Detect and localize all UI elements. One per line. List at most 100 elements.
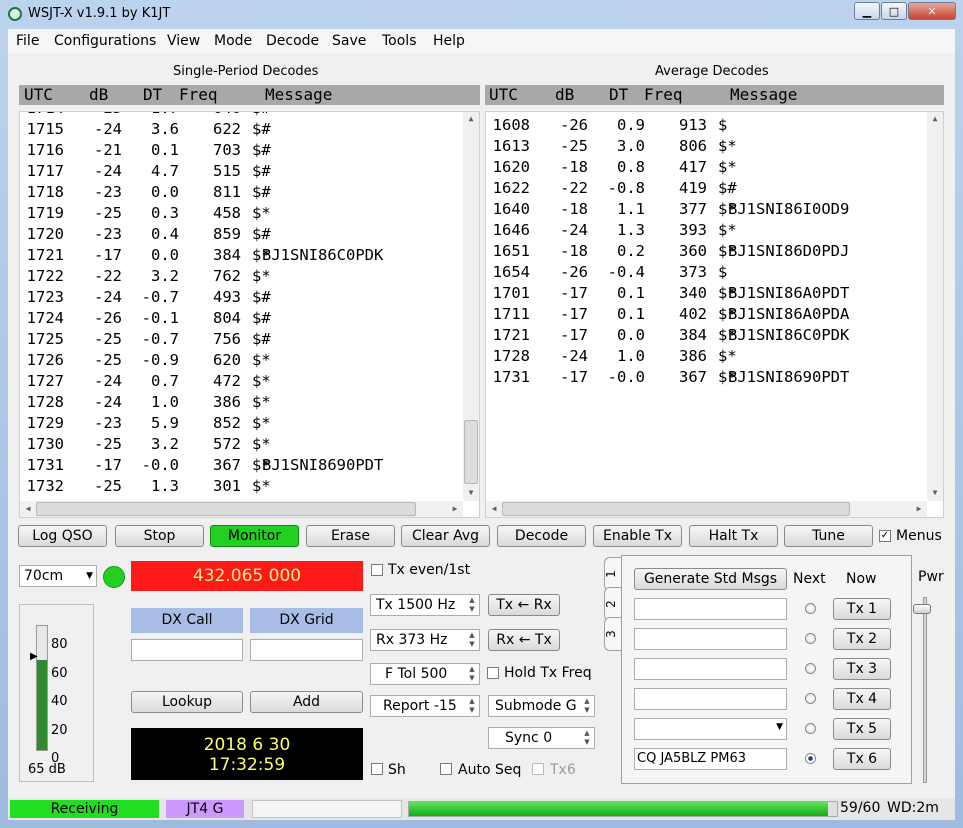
table-row[interactable]: 1721 -17 0.0 384 $* BJ1SNI86C0PDK — [486, 325, 926, 346]
dx-grid-input[interactable] — [250, 639, 363, 661]
submode-spinbox[interactable]: Submode G ▲ ▼ — [488, 695, 595, 717]
table-row[interactable]: 1721 -17 0.0 384 $* BJ1SNI86C0PDK — [20, 245, 460, 266]
menu-mode[interactable]: Mode — [214, 33, 252, 49]
tx3-next-radio[interactable] — [805, 663, 816, 674]
erase-button[interactable]: Erase — [306, 525, 395, 547]
left-hscroll-thumb[interactable] — [36, 502, 416, 516]
table-row[interactable]: 1731 -17 -0.0 367 $* BJ1SNI8690PDT — [486, 367, 926, 388]
spin-up-icon[interactable]: ▲ — [581, 729, 593, 738]
tx4-message-input[interactable] — [634, 688, 787, 710]
close-button[interactable]: ✕ — [908, 2, 956, 20]
scroll-right-icon[interactable]: ▶ — [447, 504, 463, 513]
table-row[interactable]: 1714 -25 1.7 646 $# — [20, 112, 460, 119]
right-horizontal-scrollbar[interactable]: ◀ ▶ — [486, 501, 927, 517]
table-row[interactable]: 1711 -17 0.1 402 $* BJ1SNI86A0PDA — [486, 304, 926, 325]
left-vscroll-thumb[interactable] — [464, 420, 478, 484]
tx-even-checkbox[interactable] — [371, 564, 383, 576]
table-row[interactable]: 1732 -25 1.3 301 $* — [20, 476, 460, 497]
spin-up-icon[interactable]: ▲ — [466, 665, 478, 674]
tab-3[interactable]: 3 — [604, 617, 622, 651]
menu-help[interactable]: Help — [433, 33, 465, 49]
stop-button[interactable]: Stop — [115, 525, 204, 547]
scroll-up-icon[interactable]: ▲ — [927, 114, 943, 123]
sh-checkbox[interactable] — [371, 763, 383, 775]
menu-save[interactable]: Save — [332, 33, 366, 49]
table-row[interactable]: 1651 -18 0.2 360 $* BJ1SNI86D0PDJ — [486, 241, 926, 262]
generate-std-msgs-button[interactable]: Generate Std Msgs — [634, 568, 787, 590]
tx1-message-input[interactable] — [634, 598, 787, 620]
menu-decode[interactable]: Decode — [266, 33, 319, 49]
tab-2[interactable]: 2 — [604, 587, 622, 621]
tx6-message-input[interactable]: CQ JA5BLZ PM63 — [634, 748, 787, 770]
band-select[interactable]: 70cm ▼ — [19, 565, 97, 587]
lookup-button[interactable]: Lookup — [131, 691, 243, 713]
table-row[interactable]: 1723 -24 -0.7 493 $# — [20, 287, 460, 308]
table-row[interactable]: 1731 -17 -0.0 367 $* BJ1SNI8690PDT — [20, 455, 460, 476]
table-row[interactable]: 1613 -25 3.0 806 $* — [486, 136, 926, 157]
menus-checkbox[interactable]: ✓ — [879, 530, 891, 542]
power-slider-track[interactable] — [923, 597, 927, 783]
rx-freq-spinbox[interactable]: Rx 373 Hz ▲ ▼ — [370, 629, 480, 651]
scroll-left-icon[interactable]: ◀ — [20, 504, 36, 513]
table-row[interactable]: 1728 -24 1.0 386 $* — [486, 346, 926, 367]
spin-down-icon[interactable]: ▼ — [581, 738, 593, 747]
scroll-down-icon[interactable]: ▼ — [463, 488, 479, 497]
scroll-up-icon[interactable]: ▲ — [463, 114, 479, 123]
log-qso-button[interactable]: Log QSO — [18, 525, 107, 547]
tx-from-rx-button[interactable]: Tx ← Rx — [488, 594, 560, 616]
hold-tx-freq-checkbox[interactable] — [487, 667, 499, 679]
decode-button[interactable]: Decode — [497, 525, 586, 547]
table-row[interactable]: 1727 -24 0.7 472 $* — [20, 371, 460, 392]
table-row[interactable]: 1620 -18 0.8 417 $* — [486, 157, 926, 178]
auto-seq-checkbox[interactable] — [440, 763, 452, 775]
tx6-next-radio[interactable] — [805, 753, 816, 764]
spin-down-icon[interactable]: ▼ — [466, 605, 478, 614]
clear-avg-button[interactable]: Clear Avg — [401, 525, 490, 547]
spin-down-icon[interactable]: ▼ — [466, 706, 478, 715]
table-row[interactable]: 1717 -24 4.7 515 $# — [20, 161, 460, 182]
power-slider-handle[interactable] — [913, 604, 931, 614]
dx-call-input[interactable] — [131, 639, 243, 661]
table-row[interactable]: 1730 -25 3.2 572 $* — [20, 434, 460, 455]
scroll-down-icon[interactable]: ▼ — [927, 488, 943, 497]
monitor-button[interactable]: Monitor — [210, 525, 299, 547]
maximize-button[interactable]: □ — [881, 2, 907, 20]
right-vertical-scrollbar[interactable]: ▲ ▼ — [927, 112, 943, 501]
tx2-button[interactable]: Tx 2 — [833, 628, 891, 650]
tx1-button[interactable]: Tx 1 — [833, 598, 891, 620]
tx6-checkbox[interactable] — [532, 763, 544, 775]
spin-up-icon[interactable]: ▲ — [466, 697, 478, 706]
table-row[interactable]: 1608 -26 0.9 913 $ — [486, 115, 926, 136]
enable-tx-button[interactable]: Enable Tx — [593, 525, 682, 547]
tx2-next-radio[interactable] — [805, 633, 816, 644]
table-row[interactable]: 1715 -24 3.6 622 $# — [20, 119, 460, 140]
tx3-message-input[interactable] — [634, 658, 787, 680]
tx5-next-radio[interactable] — [805, 723, 816, 734]
spin-up-icon[interactable]: ▲ — [466, 631, 478, 640]
left-vertical-scrollbar[interactable]: ▲ ▼ — [463, 112, 479, 501]
tx-freq-spinbox[interactable]: Tx 1500 Hz ▲ ▼ — [370, 594, 480, 616]
table-row[interactable]: 1719 -25 0.3 458 $* — [20, 203, 460, 224]
tx2-message-input[interactable] — [634, 628, 787, 650]
tx4-next-radio[interactable] — [805, 693, 816, 704]
table-row[interactable]: 1729 -23 5.9 852 $* — [20, 413, 460, 434]
tx5-message-combo[interactable]: ▼ — [634, 718, 787, 740]
menu-file[interactable]: File — [16, 33, 39, 49]
menu-view[interactable]: View — [167, 33, 200, 49]
tx4-button[interactable]: Tx 4 — [833, 688, 891, 710]
table-row[interactable]: 1725 -25 -0.7 756 $# — [20, 329, 460, 350]
table-row[interactable]: 1720 -23 0.4 859 $# — [20, 224, 460, 245]
rx-from-tx-button[interactable]: Rx ← Tx — [488, 629, 560, 651]
spin-down-icon[interactable]: ▼ — [466, 640, 478, 649]
table-row[interactable]: 1718 -23 0.0 811 $# — [20, 182, 460, 203]
table-row[interactable]: 1724 -26 -0.1 804 $# — [20, 308, 460, 329]
scroll-right-icon[interactable]: ▶ — [911, 504, 927, 513]
menu-configurations[interactable]: Configurations — [54, 33, 156, 49]
right-hscroll-thumb[interactable] — [502, 502, 850, 516]
add-button[interactable]: Add — [250, 691, 363, 713]
table-row[interactable]: 1640 -18 1.1 377 $* BJ1SNI86I0OD9 — [486, 199, 926, 220]
report-spinbox[interactable]: Report -15 ▲ ▼ — [370, 695, 480, 717]
table-row[interactable]: 1646 -24 1.3 393 $* — [486, 220, 926, 241]
spin-down-icon[interactable]: ▼ — [466, 674, 478, 683]
spin-down-icon[interactable]: ▼ — [581, 706, 593, 715]
